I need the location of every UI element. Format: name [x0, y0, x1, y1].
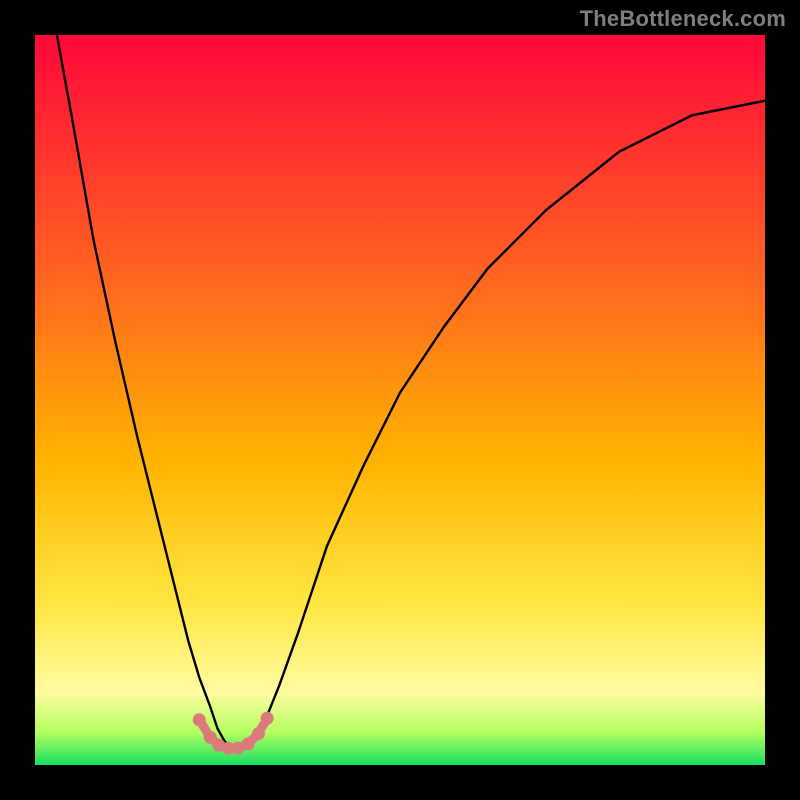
marker-dot [242, 737, 255, 750]
marker-dot [193, 713, 206, 726]
marker-dot [252, 727, 265, 740]
gradient-background [35, 35, 765, 765]
marker-dot [261, 712, 274, 725]
watermark-text: TheBottleneck.com [580, 6, 786, 32]
plot-area [35, 35, 765, 765]
plot-svg [35, 35, 765, 765]
chart-frame: TheBottleneck.com [0, 0, 800, 800]
